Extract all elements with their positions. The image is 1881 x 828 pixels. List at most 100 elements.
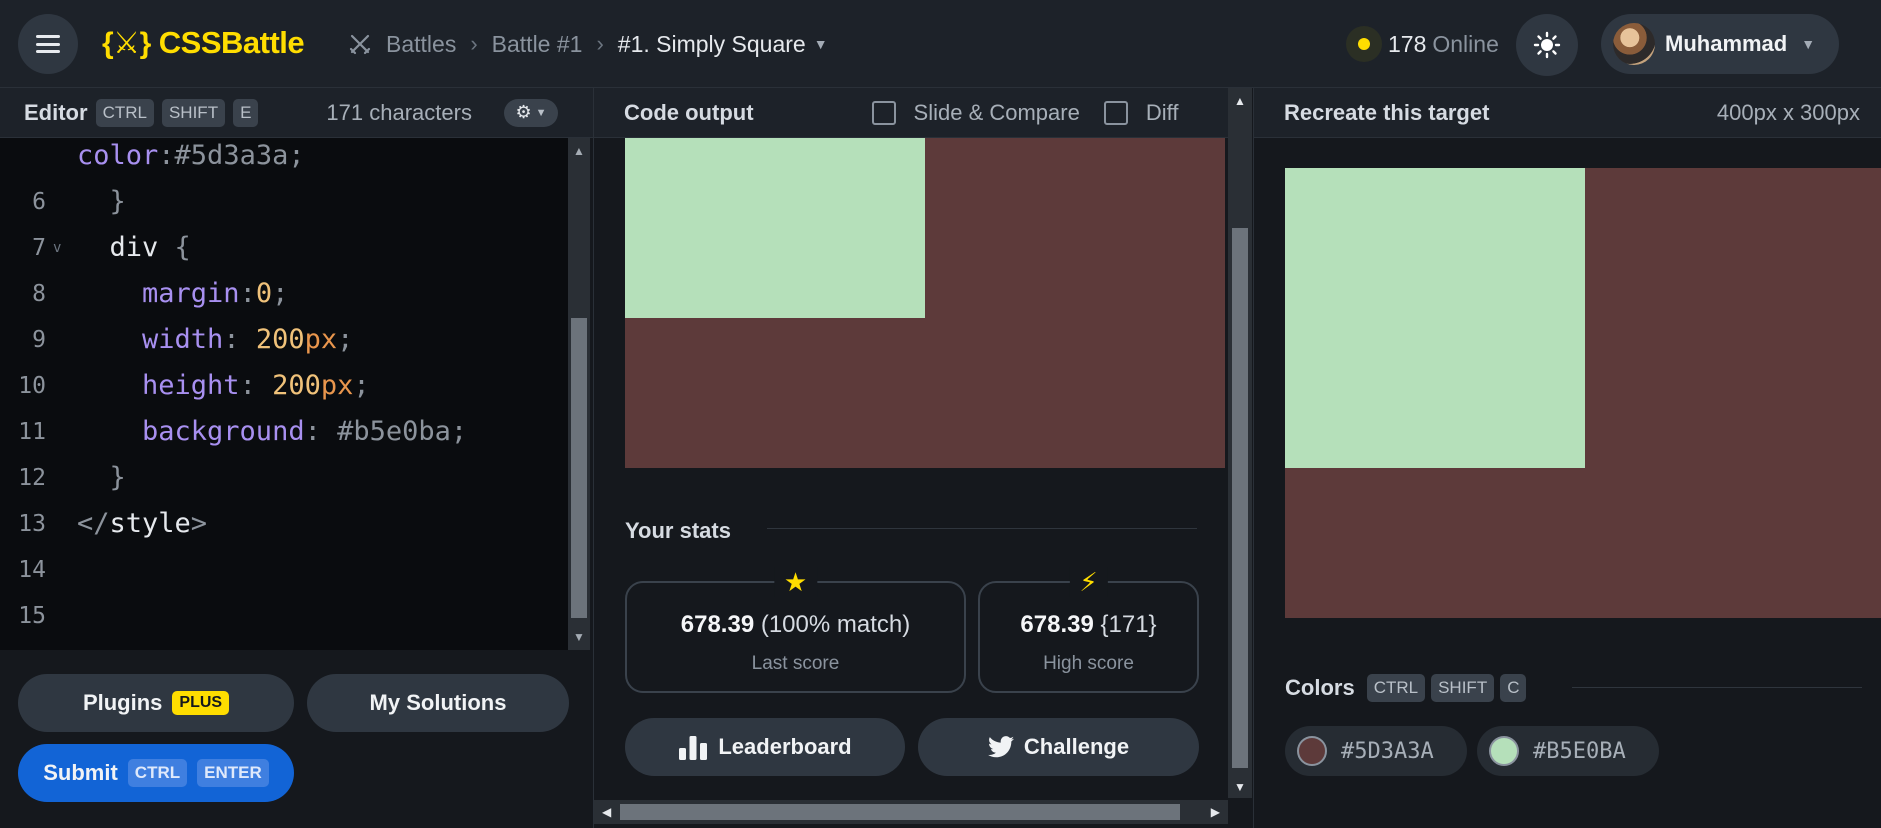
code-output-preview[interactable] [625,138,1225,468]
breadcrumb-battle[interactable]: Battle #1 [492,31,583,58]
breadcrumb-battles[interactable]: Battles [386,31,456,58]
code-token: height [77,370,240,401]
theme-toggle-button[interactable] [1516,14,1578,76]
scroll-up-icon[interactable]: ▲ [568,144,590,158]
scroll-down-icon[interactable]: ▼ [1228,780,1252,794]
code-line[interactable]: 9 width: 200px; [0,317,568,363]
challenge-button[interactable]: Challenge [918,718,1199,776]
target-square [1285,168,1585,468]
line-number: 14 [18,557,46,583]
code-text: div { [77,225,191,271]
fold-toggle-icon[interactable]: v [53,225,61,271]
code-text: color:#5d3a3a; [77,138,305,179]
output-scrollbar-vertical[interactable]: ▲ ▼ [1228,88,1252,798]
kbd-key: SHIFT [1431,674,1495,702]
caret-down-icon[interactable]: ▼ [814,36,828,52]
code-token: : [239,370,273,401]
color-swatch [1489,736,1519,766]
breadcrumb-current[interactable]: #1. Simply Square [618,31,806,58]
online-count: 178 [1388,30,1427,57]
color-hex: #B5E0BA [1533,738,1626,764]
code-token: : [223,324,256,355]
leaderboard-button[interactable]: Leaderboard [625,718,905,776]
code-line[interactable]: 11 background: #b5e0ba; [0,409,568,455]
code-line[interactable]: 13 </style> [0,501,568,547]
code-text: } [77,455,126,501]
code-line[interactable]: 7v div { [0,225,568,271]
color-hex: #5D3A3A [1341,738,1434,764]
chevron-right-icon: › [596,31,604,56]
code-token: 200 [272,370,321,401]
code-editor[interactable]: color:#5d3a3a; 6 } 7 v div {8 margin:0; 9 wi… [0,138,568,650]
code-line[interactable]: 8 margin:0; [0,271,568,317]
colors-header: Colors CTRL SHIFT C [1285,674,1527,702]
editor-header: Editor CTRL SHIFT E 171 characters ⚙ ▼ [0,88,593,138]
code-token: 0 [255,278,273,309]
hamburger-icon [36,35,60,53]
scroll-left-icon[interactable]: ◀ [602,800,611,824]
code-line[interactable]: 15 [0,593,568,639]
line-number: 9 [32,327,46,353]
user-name: Muhammad [1665,31,1788,56]
diff-checkbox[interactable] [1103,100,1128,125]
scrollbar-thumb[interactable] [571,318,587,618]
code-line[interactable]: 14 [0,547,568,593]
caret-down-icon: ▼ [1801,36,1816,52]
slide-compare-label[interactable]: Slide & Compare [914,100,1080,126]
target-panel: Recreate this target 400px x 300px Color… [1253,88,1881,828]
code-token: px [320,370,354,401]
code-token: margin [77,278,240,309]
app-logo[interactable]: {⚔} CSSBattle [102,22,305,64]
scroll-down-icon[interactable]: ▼ [568,630,590,644]
line-number: 12 [18,465,46,491]
code-token: #b5e0ba [337,416,451,447]
code-line[interactable]: 6 } [0,179,568,225]
color-chip[interactable]: #5D3A3A [1285,726,1467,776]
last-score-detail: (100% match) [760,611,911,638]
diff-label[interactable]: Diff [1146,100,1179,126]
high-score-number: 678.39 [1020,611,1094,638]
menu-button[interactable] [18,14,78,74]
code-line[interactable]: color:#5d3a3a; [0,138,568,179]
editor-panel: Editor CTRL SHIFT E 171 characters ⚙ ▼ c… [0,88,593,828]
stats-title: Your stats [625,518,731,543]
editor-settings-button[interactable]: ⚙ ▼ [503,98,558,127]
my-solutions-label: My Solutions [369,690,507,715]
target-image[interactable] [1285,168,1881,618]
code-token: </ [77,508,110,539]
user-menu-button[interactable]: Muhammad ▼ [1601,14,1839,74]
submit-button[interactable]: Submit CTRL ENTER [18,744,294,802]
output-scrollbar-horizontal[interactable]: ◀ ▶ [594,800,1228,824]
divider [767,528,1197,529]
code-token: style [109,508,191,539]
kbd-key: C [1500,674,1527,702]
plugins-button[interactable]: Plugins PLUS [18,674,294,732]
character-count: 171 characters [326,99,472,125]
plus-badge: PLUS [172,691,230,715]
code-line[interactable]: 10 height: 200px; [0,363,568,409]
kbd-key: E [233,98,259,127]
code-token: : [239,278,256,309]
last-score-card: ★ 678.39 (100% match) Last score [625,567,966,693]
code-line[interactable]: 12 } [0,455,568,501]
slide-compare-checkbox[interactable] [871,100,896,125]
high-score-label: High score [1043,653,1134,674]
kbd-key: ENTER [197,759,269,787]
scrollbar-thumb[interactable] [620,804,1180,820]
last-score-number: 678.39 [680,611,755,638]
scroll-right-icon[interactable]: ▶ [1211,800,1220,824]
color-chip[interactable]: #B5E0BA [1477,726,1659,776]
online-dot-icon [1346,26,1382,62]
logo-mark: {⚔} [102,26,151,60]
target-header: Recreate this target 400px x 300px [1254,88,1881,138]
high-score-value: 678.39 {171} [980,611,1197,639]
top-header: {⚔} CSSBattle Battles › Battle #1 › #1. … [0,0,1881,88]
app-name: CSSBattle [158,25,305,60]
target-title: Recreate this target [1284,99,1490,125]
scroll-up-icon[interactable]: ▲ [1228,94,1252,108]
my-solutions-button[interactable]: My Solutions [307,674,569,732]
scrollbar-thumb[interactable] [1232,228,1248,768]
target-size: 400px x 300px [1716,100,1860,125]
editor-scrollbar[interactable]: ▲ ▼ [568,138,590,650]
code-token: : [158,140,175,171]
